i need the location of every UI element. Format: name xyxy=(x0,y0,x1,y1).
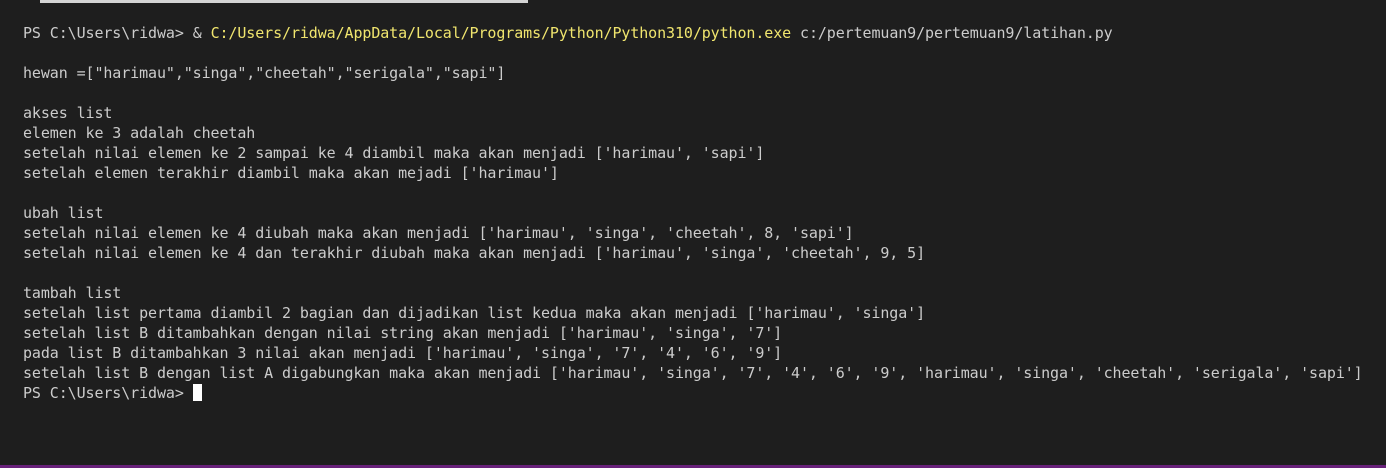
block-cursor-icon xyxy=(192,384,202,401)
python-executable-path: C:/Users/ridwa/AppData/Local/Programs/Py… xyxy=(210,24,792,42)
output-line: pada list B ditambahkan 3 nilai akan men… xyxy=(23,344,783,362)
terminal-panel[interactable]: PS C:\Users\ridwa> & C:/Users/ridwa/AppD… xyxy=(23,23,1386,465)
previous-line-fragment xyxy=(40,0,528,3)
output-line: setelah list pertama diambil 2 bagian da… xyxy=(23,304,926,322)
output-line: setelah nilai elemen ke 4 dan terakhir d… xyxy=(23,244,926,262)
output-line: setelah list B ditambahkan dengan nilai … xyxy=(23,324,783,342)
command-line: PS C:\Users\ridwa> & C:/Users/ridwa/AppD… xyxy=(23,23,1386,43)
output-line: setelah elemen terakhir diambil maka aka… xyxy=(23,164,559,182)
output-line: elemen ke 3 adalah cheetah xyxy=(23,124,256,142)
output-line: hewan =["harimau","singa","cheetah","ser… xyxy=(23,64,506,82)
output-line: setelah list B dengan list A digabungkan… xyxy=(23,364,1363,382)
call-operator: & xyxy=(192,24,211,42)
command-prompt: PS C:\Users\ridwa> xyxy=(23,24,193,42)
output-line: setelah nilai elemen ke 4 diubah maka ak… xyxy=(23,224,854,242)
output-line: tambah list xyxy=(23,284,122,302)
input-line[interactable]: PS C:\Users\ridwa> xyxy=(23,383,1386,403)
output-line: setelah nilai elemen ke 2 sampai ke 4 di… xyxy=(23,144,765,162)
output-line: ubah list xyxy=(23,204,104,222)
script-path: c:/pertemuan9/pertemuan9/latihan.py xyxy=(791,24,1113,42)
output-line: akses list xyxy=(23,104,113,122)
final-prompt: PS C:\Users\ridwa> xyxy=(23,384,193,402)
